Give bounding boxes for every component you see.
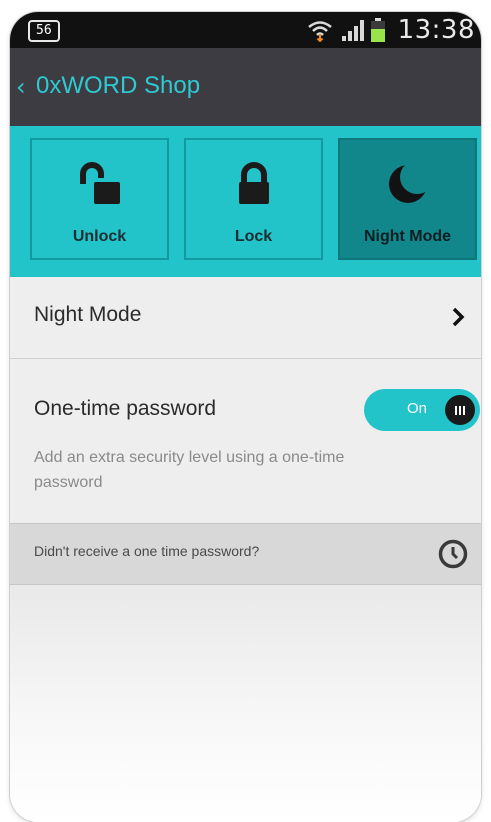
tile-lock[interactable]: Lock	[184, 138, 323, 260]
empty-area	[10, 585, 481, 822]
night-mode-label: Night Mode	[34, 303, 142, 326]
chevron-right-icon	[452, 307, 465, 327]
tile-label: Unlock	[72, 228, 127, 245]
otp-title: One-time password	[34, 397, 217, 420]
action-bar: ‹ 0xWORD Shop	[10, 48, 481, 126]
tile-night-mode[interactable]: Night Mode	[338, 138, 477, 260]
mode-tiles: Unlock Lock Night Mode	[10, 126, 481, 277]
signal-icon	[342, 20, 364, 41]
phone-screen: 56 13:38 ‹ 0xWORD Shop Unlock Lock Night…	[10, 12, 481, 822]
lock-icon	[238, 162, 269, 204]
battery-icon	[371, 18, 385, 42]
status-bar: 56 13:38	[10, 12, 481, 48]
moon-icon	[388, 162, 430, 203]
toggle-knob[interactable]	[445, 395, 475, 425]
toggle-label: On	[407, 400, 428, 417]
clock-time: 13:38	[397, 15, 475, 45]
night-mode-row[interactable]: Night Mode	[10, 277, 481, 359]
tile-label: Lock	[234, 228, 273, 245]
resend-label: Didn't receive a one time password?	[34, 543, 260, 559]
notification-badge: 56	[28, 20, 60, 42]
wifi-icon	[308, 21, 332, 42]
unlock-icon	[79, 162, 120, 204]
otp-toggle[interactable]: On	[364, 389, 480, 431]
tile-unlock[interactable]: Unlock	[30, 138, 169, 260]
tile-label: Night Mode	[363, 228, 452, 245]
clock-icon[interactable]	[437, 538, 469, 570]
otp-description: Add an extra security level using a one-…	[34, 449, 345, 491]
otp-section: One-time password On Add an extra securi…	[10, 359, 481, 523]
app-title[interactable]: 0xWORD Shop	[36, 70, 200, 102]
resend-otp-row[interactable]: Didn't receive a one time password?	[10, 523, 481, 585]
back-chevron-icon[interactable]: ‹	[16, 72, 26, 102]
